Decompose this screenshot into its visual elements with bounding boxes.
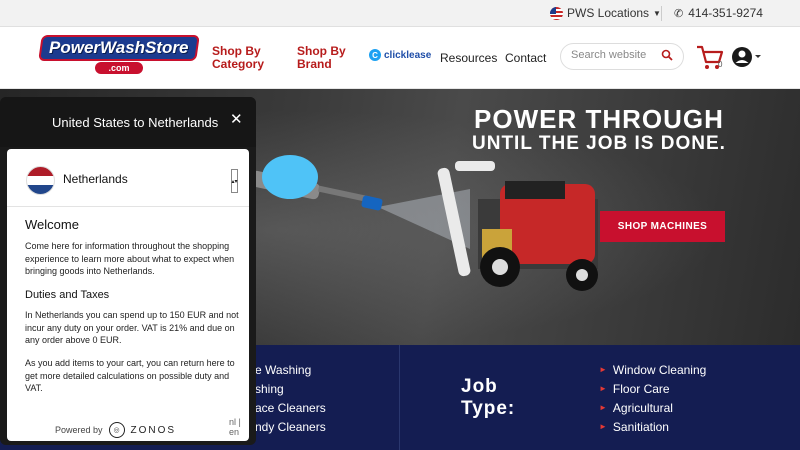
account-icon[interactable] [731,46,761,68]
hero-title: POWER THROUGH [474,104,724,134]
cart-info-text: As you add items to your cart, you can r… [25,358,235,393]
list-item[interactable]: ace Cleaners [255,398,326,417]
site-logo[interactable]: PowerWashStore .com [38,35,200,77]
phone-link[interactable]: ✆ 414-351-9274 [674,6,763,20]
list-item[interactable]: e Washing [255,360,326,379]
welcome-heading: Welcome [25,217,79,232]
search-box [560,43,684,70]
duties-text: In Netherlands you can spend up to 150 E… [25,310,239,345]
list-item[interactable]: ► Floor Care [599,379,706,398]
locations-dropdown[interactable]: PWS Locations ▼ [550,6,661,20]
list-item[interactable]: ► Agricultural [599,398,706,417]
triangle-bullet-icon: ► [599,384,607,393]
search-input[interactable] [571,49,661,61]
hero-subtitle: UNTIL THE JOB IS DONE. [472,133,726,154]
zonos-logo-icon: ◎ [108,422,125,438]
country-name: Netherlands [63,172,128,186]
site-header: PowerWashStore .com Shop By Category Sho… [0,27,800,89]
search-icon[interactable] [661,49,673,61]
modal-title: United States to Netherlands [52,115,219,130]
language-toggle[interactable]: nl | en [229,417,249,437]
select-arrow-icon[interactable]: ▴▾ [231,169,238,193]
modal-header: United States to Netherlands ✕ [0,97,256,147]
phone-number: 414-351-9274 [688,6,763,20]
job-type-heading: Job Type: [461,376,516,419]
close-icon[interactable]: ✕ [230,110,243,128]
list-item[interactable]: ► Sanitiation [599,417,706,436]
country-selector[interactable]: Netherlands ▴▾ [7,149,249,207]
zonos-welcome-modal: United States to Netherlands ✕ Netherlan… [0,97,256,445]
nav-shop-by-category[interactable]: Shop By Category [212,45,264,71]
logo-domain: .com [95,62,143,74]
list-item[interactable]: ► Window Cleaning [599,360,706,379]
nav-resources[interactable]: Resources [440,51,497,65]
nav-shop-by-brand[interactable]: Shop By Brand [297,45,346,71]
logo-wordmark: PowerWashStore [38,35,200,61]
welcome-text: Come here for information throughout the… [25,241,235,276]
nav-clicklease[interactable]: C clicklease [369,49,431,61]
cart-count-badge: 0 [718,60,723,69]
divider [661,6,662,21]
clicklease-logo-icon: C [369,49,381,61]
list-item[interactable]: ndy Cleaners [255,417,326,436]
job-type-list-right: ► Window Cleaning ► Floor Care ► Agricultur… [599,360,706,436]
locations-label: PWS Locations [567,6,650,20]
job-type-list-left: e Washing shing ace Cleaners ndy Cleaner… [255,360,326,436]
shop-machines-button[interactable]: SHOP MACHINES [600,211,725,242]
list-item[interactable]: shing [255,379,326,398]
duties-heading: Duties and Taxes [25,289,110,301]
nav-contact[interactable]: Contact [505,51,546,65]
triangle-bullet-icon: ► [599,365,607,374]
triangle-bullet-icon: ► [599,422,607,431]
triangle-bullet-icon: ► [599,403,607,412]
us-flag-icon [550,6,563,20]
divider [399,345,400,450]
chevron-down-icon: ▼ [653,8,661,18]
modal-footer: Powered by ◎ ZONOS nl | en [7,411,249,441]
netherlands-flag-icon [26,166,55,195]
powered-by-zonos[interactable]: Powered by ◎ ZONOS [55,422,176,438]
phone-icon: ✆ [674,7,684,20]
modal-body: Netherlands ▴▾ Welcome Come here for inf… [7,149,249,441]
utility-bar: PWS Locations ▼ ✆ 414-351-9274 [0,0,800,27]
